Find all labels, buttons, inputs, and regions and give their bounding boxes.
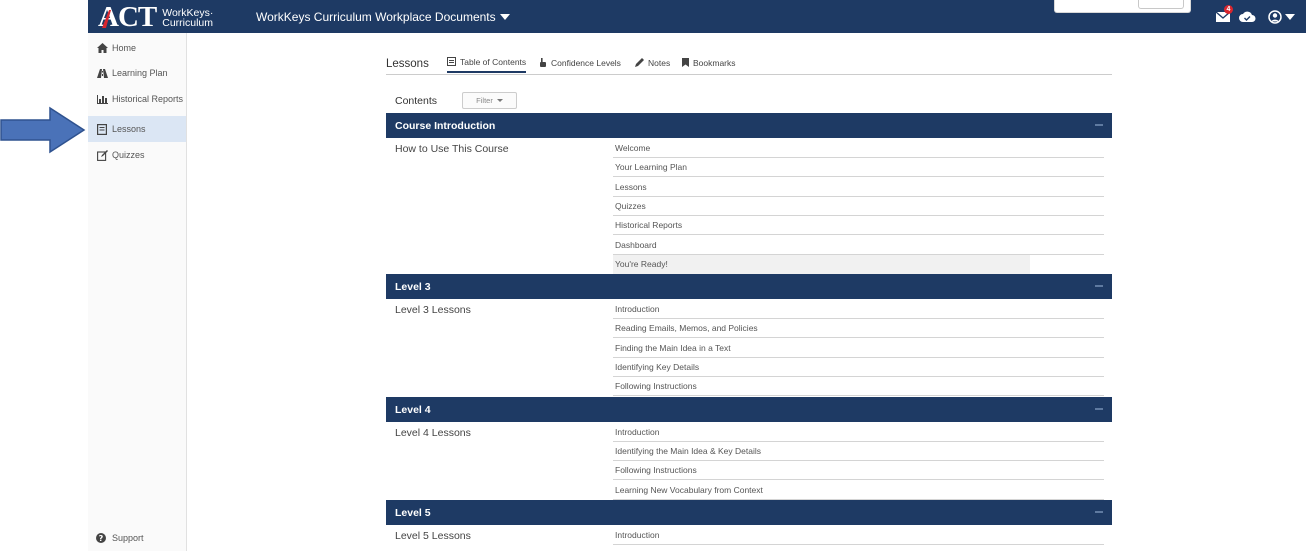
- collapse-icon[interactable]: [1095, 124, 1103, 126]
- lesson-group-title: Level 5 Lessons: [395, 530, 471, 542]
- tab-table-of-contents[interactable]: Table of Contents: [447, 52, 527, 73]
- tab-label: Notes: [648, 57, 671, 68]
- lesson-link[interactable]: You're Ready!: [613, 255, 1030, 274]
- section-title: Course Introduction: [395, 120, 496, 132]
- lesson-link[interactable]: Identifying the Main Idea & Key Details: [613, 442, 1104, 461]
- mail-badge: 4: [1224, 5, 1233, 14]
- lesson-link[interactable]: Following Instructions: [613, 461, 1104, 480]
- lesson-link[interactable]: Introduction: [613, 526, 1104, 545]
- lesson-link[interactable]: Finding the Main Idea in a Text: [613, 339, 1104, 358]
- lesson-group-title: How to Use This Course: [395, 143, 509, 155]
- edit-icon: [96, 149, 108, 161]
- section-header-level-3[interactable]: Level 3: [386, 274, 1112, 299]
- tab-label: Table of Contents: [460, 56, 527, 67]
- section-header-course-introduction[interactable]: Course Introduction: [386, 113, 1112, 138]
- header-dropdown-panel[interactable]: [1054, 0, 1191, 13]
- collapse-icon[interactable]: [1095, 511, 1103, 513]
- lesson-link[interactable]: Following Instructions: [613, 377, 1104, 396]
- lesson-link[interactable]: Reading Emails, Memos, and Policies: [613, 319, 1104, 338]
- contents-toolbar: Contents Filter: [386, 90, 1112, 112]
- support-label: Support: [112, 533, 144, 543]
- cloud-sync-button[interactable]: [1239, 8, 1256, 26]
- lesson-link[interactable]: Dashboard: [613, 236, 1104, 255]
- pointer-arrow-icon: [0, 106, 86, 154]
- cloud-check-icon: [1239, 11, 1256, 22]
- pencil-icon: [635, 58, 644, 67]
- app-title-dropdown[interactable]: WorkKeys Curriculum Workplace Documents: [256, 10, 510, 24]
- lesson-link[interactable]: Welcome: [613, 139, 1104, 158]
- sidebar-item-label: Home: [112, 43, 137, 53]
- sidebar: Home Learning Plan Historical Reports Le…: [88, 33, 187, 551]
- help-circle-icon: ?: [96, 533, 108, 543]
- sidebar-item-learning-plan[interactable]: Learning Plan: [88, 60, 186, 86]
- road-icon: [96, 67, 108, 79]
- support-link[interactable]: ? Support: [88, 529, 186, 547]
- sidebar-item-historical-reports[interactable]: Historical Reports: [88, 86, 186, 112]
- lesson-link[interactable]: Quizzes: [613, 197, 1104, 216]
- lesson-link[interactable]: Learning New Vocabulary from Context: [613, 481, 1104, 500]
- user-icon: [1268, 10, 1282, 24]
- sidebar-item-label: Lessons: [112, 124, 146, 134]
- lesson-link[interactable]: Identifying Key Details: [613, 358, 1104, 377]
- lesson-link[interactable]: Historical Reports: [613, 216, 1104, 235]
- section-header-level-4[interactable]: Level 4: [386, 397, 1112, 422]
- lessons-tab-bar: Lessons Table of Contents Confidence Lev…: [386, 52, 1112, 75]
- section-title: Level 3: [395, 281, 431, 293]
- book-icon: [96, 123, 108, 135]
- sidebar-item-label: Historical Reports: [112, 94, 184, 104]
- filter-label: Filter: [476, 96, 493, 105]
- mail-button[interactable]: 4: [1216, 5, 1233, 26]
- collapse-icon[interactable]: [1095, 408, 1103, 410]
- section-title: Level 4: [395, 404, 431, 416]
- lesson-link[interactable]: Lessons: [613, 178, 1104, 197]
- act-logo[interactable]: ACT WorkKeys· Curriculum: [98, 2, 213, 32]
- chevron-down-icon: [496, 99, 503, 102]
- sidebar-item-quizzes[interactable]: Quizzes: [88, 142, 186, 168]
- home-icon: [96, 42, 108, 54]
- logo-red-triangle-icon: [102, 10, 111, 28]
- lesson-link[interactable]: Introduction: [613, 423, 1104, 442]
- tab-label: Confidence Levels: [551, 57, 621, 68]
- tab-notes[interactable]: Notes: [635, 52, 670, 73]
- tab-confidence-levels[interactable]: Confidence Levels: [539, 52, 621, 73]
- sidebar-item-label: Quizzes: [112, 150, 145, 160]
- filter-dropdown-button[interactable]: Filter: [462, 92, 517, 109]
- sidebar-item-label: Learning Plan: [112, 68, 168, 78]
- lesson-link[interactable]: Your Learning Plan: [613, 158, 1104, 177]
- chevron-down-icon: [1285, 14, 1295, 20]
- contents-label: Contents: [395, 95, 438, 107]
- logo-line-2: Curriculum: [162, 17, 213, 29]
- section-header-level-5[interactable]: Level 5: [386, 500, 1112, 525]
- page-title: Lessons: [386, 57, 429, 70]
- top-navigation-bar: ACT WorkKeys· Curriculum WorkKeys Curric…: [88, 0, 1306, 33]
- tab-bookmarks[interactable]: Bookmarks: [682, 52, 736, 73]
- section-title: Level 5: [395, 507, 431, 519]
- bookmark-icon: [682, 58, 689, 67]
- sidebar-item-home[interactable]: Home: [88, 35, 186, 61]
- sidebar-item-lessons[interactable]: Lessons: [88, 116, 186, 142]
- bar-chart-icon: [96, 93, 108, 105]
- app-title-text: WorkKeys Curriculum Workplace Documents: [256, 10, 496, 24]
- lesson-link[interactable]: Introduction: [613, 300, 1104, 319]
- user-menu-button[interactable]: [1268, 8, 1295, 26]
- chevron-down-icon: [499, 14, 510, 20]
- collapse-icon[interactable]: [1095, 285, 1103, 287]
- hand-pointer-icon: [539, 58, 547, 67]
- tab-label: Bookmarks: [693, 57, 736, 68]
- svg-text:?: ?: [99, 534, 104, 543]
- lesson-group-title: Level 3 Lessons: [395, 304, 471, 316]
- lesson-group-title: Level 4 Lessons: [395, 427, 471, 439]
- list-icon: [447, 57, 456, 66]
